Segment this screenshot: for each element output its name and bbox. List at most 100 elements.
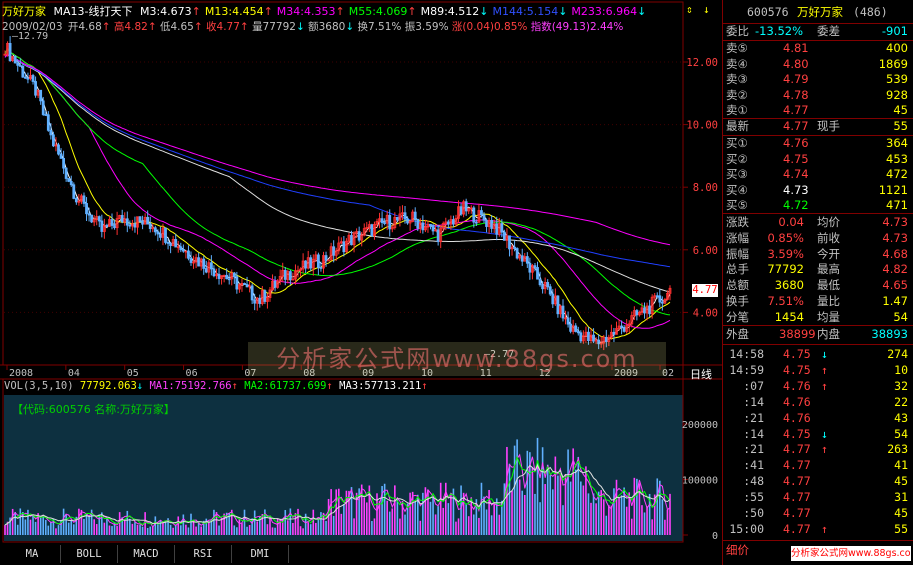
footer-ad: 分析家公式网www.88gs.com xyxy=(791,546,911,561)
latest-label: 最新 xyxy=(726,119,749,133)
tick-row[interactable]: :48 4.77 45 xyxy=(723,474,913,490)
candle-body xyxy=(612,331,616,335)
candle-body xyxy=(169,242,173,246)
tick-row[interactable]: :50 4.77 45 xyxy=(723,506,913,522)
candle-body xyxy=(472,207,476,223)
neipan-label: 内盘 xyxy=(817,327,840,341)
tick-time: :55 xyxy=(743,490,764,505)
ma-line xyxy=(4,47,671,316)
sell-volume: 1869 xyxy=(878,56,908,71)
period-label[interactable]: 日线 xyxy=(690,366,712,382)
candle-body xyxy=(536,267,539,280)
ma-value: M89:4.512 xyxy=(420,5,480,18)
main-chart[interactable]: 12.00 10.00 8.00 6.00 4.00 200000 100000 0 200… xyxy=(0,0,722,565)
tick-volume: 32 xyxy=(894,378,908,393)
sell-row[interactable]: 卖④ 4.80 1869 xyxy=(723,57,913,73)
arrow-icon: ↑ xyxy=(239,21,249,33)
tick-row[interactable]: :41 4.77 41 xyxy=(723,458,913,474)
ma-value: M3:4.673 xyxy=(139,5,192,18)
tick-price: 4.76 xyxy=(783,378,811,393)
tab-rsi[interactable]: RSI xyxy=(175,545,232,563)
candle-body xyxy=(416,218,420,229)
buy-row[interactable]: 买① 4.76 364 xyxy=(723,136,913,152)
stat-row: 涨幅 0.85% 前收 4.73 xyxy=(723,231,913,247)
pin-icon[interactable]: ⇕ xyxy=(686,4,698,16)
buy-price: 4.73 xyxy=(783,182,809,197)
candle-body xyxy=(495,223,499,235)
tick-volume: 45 xyxy=(894,474,908,489)
arrow-icon: ↓ xyxy=(479,5,489,18)
candle-body xyxy=(156,231,160,235)
tab-ma[interactable]: MA xyxy=(4,545,61,563)
kline-chart[interactable]: 12.00 10.00 8.00 6.00 4.00 200000 100000 0 200… xyxy=(0,0,722,565)
vol-ma1: MA1:75192.766 xyxy=(149,380,232,392)
tick-time: 14:58 xyxy=(729,347,764,361)
tick-price: 4.77 xyxy=(783,474,811,489)
sell-row[interactable]: 卖① 4.77 45 xyxy=(723,103,913,119)
detail-label[interactable]: 细价 xyxy=(726,543,749,559)
tick-row[interactable]: :21 4.76 43 xyxy=(723,411,913,427)
candle-body xyxy=(243,282,246,285)
candle-body xyxy=(395,217,399,221)
stat-row: 换手 7.51% 量比 1.47 xyxy=(723,294,913,310)
stat-value: 7.51% xyxy=(767,294,804,308)
tick-row[interactable]: 15:00 4.77 ↑ 55 xyxy=(723,522,913,538)
sell-row[interactable]: 卖⑤ 4.81 400 xyxy=(723,41,913,57)
arrow-icon: ↑ xyxy=(231,380,238,392)
arrow-icon: ↓ xyxy=(558,5,568,18)
candle-body xyxy=(383,222,387,224)
tick-row[interactable]: :21 4.77 ↑ 263 xyxy=(723,442,913,458)
candle-body xyxy=(490,220,494,229)
buy-label: 买④ xyxy=(726,182,748,197)
weicha-label: 委差 xyxy=(817,24,840,38)
candle-body xyxy=(41,100,45,115)
buy-row[interactable]: 买③ 4.74 472 xyxy=(723,167,913,183)
tick-volume: 55 xyxy=(894,521,908,536)
waipan-value: 38899 xyxy=(779,327,816,341)
candle-body xyxy=(148,223,152,229)
arrow-down-icon[interactable]: ↓ xyxy=(703,4,715,16)
tick-time: :21 xyxy=(743,410,764,425)
tick-price: 4.77 xyxy=(783,521,811,536)
tick-price: 4.77 xyxy=(783,490,811,505)
candle-body xyxy=(225,274,229,280)
sell-row[interactable]: 卖③ 4.79 539 xyxy=(723,72,913,88)
buy-row[interactable]: 买⑤ 4.72 471 xyxy=(723,198,913,214)
buy-row[interactable]: 买④ 4.73 1121 xyxy=(723,183,913,199)
tick-price: 4.76 xyxy=(783,410,811,425)
tick-price: 4.77 xyxy=(783,458,811,473)
candle-body xyxy=(258,297,262,304)
arrow-icon: ↑ xyxy=(821,362,828,377)
ma-line xyxy=(4,47,671,340)
stat-label: 最高 xyxy=(817,262,840,277)
candle-body xyxy=(189,257,193,263)
candle-body xyxy=(141,220,144,225)
candle-body xyxy=(288,271,292,281)
candle-body xyxy=(604,336,608,342)
candle-body xyxy=(21,65,25,78)
buy-row[interactable]: 买② 4.75 453 xyxy=(723,152,913,168)
tick-volume: 22 xyxy=(894,394,908,409)
candle-body xyxy=(551,293,555,305)
arrow-icon: ↑ xyxy=(263,5,273,18)
tick-row[interactable]: 14:58 4.75 ↓ 274 xyxy=(723,347,913,363)
stat-label: 振幅 xyxy=(726,246,749,261)
ma-line xyxy=(4,53,671,293)
tick-row[interactable]: :14 4.75 ↓ 54 xyxy=(723,427,913,443)
tab-dmi[interactable]: DMI xyxy=(232,545,289,563)
x-tick-label: 06 xyxy=(186,368,198,379)
candle-body xyxy=(217,273,221,279)
candle-body xyxy=(227,278,231,281)
tick-row[interactable]: :14 4.76 22 xyxy=(723,395,913,411)
sell-row[interactable]: 卖② 4.78 928 xyxy=(723,88,913,104)
indicator-name[interactable]: MA13-线打天下 xyxy=(54,5,133,18)
tab-macd[interactable]: MACD xyxy=(118,545,175,563)
tick-row[interactable]: :07 4.76 ↑ 32 xyxy=(723,379,913,395)
candle-body xyxy=(548,286,552,295)
tick-row[interactable]: :55 4.77 31 xyxy=(723,490,913,506)
candle-body xyxy=(253,299,257,304)
tab-boll[interactable]: BOLL xyxy=(61,545,118,563)
bar-close: 收4.77 xyxy=(206,21,240,33)
tick-row[interactable]: 14:59 4.75 ↑ 10 xyxy=(723,363,913,379)
tick-time: :48 xyxy=(743,474,764,489)
